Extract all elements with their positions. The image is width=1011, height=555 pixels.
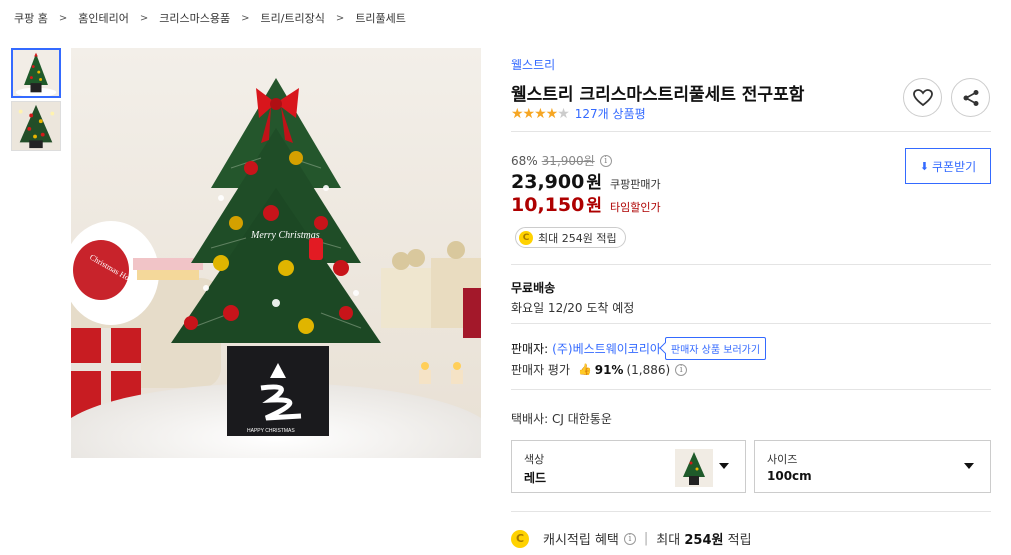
sale-price-unit: 원 <box>586 196 602 216</box>
divider <box>511 264 991 265</box>
option-thumbnail <box>675 449 713 487</box>
price: 23,900 원 <box>511 168 602 193</box>
size-select-label: 사이즈 <box>767 453 798 466</box>
discount-row: 68% 31,900원 i <box>511 152 612 169</box>
breadcrumb-separator: > <box>335 12 345 24</box>
sale-price: 10,150 원 <box>511 191 602 216</box>
carrier-text: 택배사: CJ 대한통운 <box>511 412 612 426</box>
seller-rating-count: (1,886) <box>626 362 671 377</box>
product-info: 웰스트리 웰스트리 크리스마스트리풀세트 전구포함 ★★★★★ 127개 상품평… <box>511 56 991 548</box>
size-select[interactable]: 사이즈 100cm <box>754 440 991 493</box>
seller-rating-label: 판매자 평가 <box>511 363 571 377</box>
shipping-title: 무료배송 <box>511 281 556 295</box>
breadcrumb-tree-decor[interactable]: 트리/트리장식 <box>260 10 324 26</box>
price-unit: 원 <box>586 173 602 193</box>
main-product-image[interactable]: Christmas Holiday Merry Christmas HAPPY … <box>71 48 481 458</box>
download-icon: ⬇ <box>919 159 930 173</box>
breadcrumb-home[interactable]: 쿠팡 홈 <box>14 10 48 26</box>
divider <box>511 511 991 512</box>
breadcrumb-christmas[interactable]: 크리스마스용품 <box>159 10 230 26</box>
reward-badge: C 최대 254원 적립 <box>515 227 626 248</box>
thumbnail-2[interactable] <box>11 101 61 151</box>
breadcrumb-separator: > <box>241 12 250 24</box>
price-value: 23,900 <box>511 171 585 193</box>
divider <box>511 131 991 132</box>
tree-decoration-text: Merry Christmas <box>250 230 320 241</box>
size-select-value: 100cm <box>767 469 812 483</box>
info-icon[interactable]: i <box>599 154 612 167</box>
seller-rating-row: 판매자 평가 👍 91% (1,886) i <box>511 361 688 378</box>
breadcrumb-separator: > <box>58 12 68 24</box>
share-icon <box>963 89 978 106</box>
sale-price-label: 타임할인가 <box>609 201 661 214</box>
original-price: 31,900원 <box>541 154 595 168</box>
review-count-link[interactable]: 127개 상품평 <box>575 105 646 122</box>
divider <box>511 389 991 390</box>
price-label: 쿠팡판매가 <box>609 178 661 191</box>
coin-icon: C <box>519 230 533 245</box>
rating-stars: ★★★★★ <box>511 105 570 122</box>
seller-label: 판매자: <box>511 342 549 356</box>
shipping-date: 화요일 12/20 도착 예정 <box>511 301 635 315</box>
sale-price-value: 10,150 <box>511 194 585 216</box>
info-icon[interactable]: i <box>675 363 688 376</box>
breadcrumb-home-interior[interactable]: 홈인테리어 <box>78 10 129 26</box>
sale-price-row: 10,150 원 타임할인가 <box>511 191 661 216</box>
divider <box>511 323 991 324</box>
coupon-button[interactable]: ⬇ 쿠폰받기 <box>905 148 991 184</box>
breadcrumb-tree-set[interactable]: 트리풀세트 <box>355 10 406 26</box>
breadcrumb: 쿠팡 홈 > 홈인테리어 > 크리스마스용품 > 트리/트리장식 > 트리풀세트 <box>14 10 406 26</box>
cash-prefix: 최대 <box>656 533 681 548</box>
brand-link[interactable]: 웰스트리 <box>511 56 991 73</box>
discount-rate: 68% <box>511 153 538 168</box>
wishlist-button[interactable] <box>903 78 942 117</box>
cash-amount: 254원 <box>684 533 724 548</box>
seller-rating-pct: 91% <box>594 362 624 377</box>
coin-icon: C <box>511 529 529 548</box>
reward-text: 최대 254원 적립 <box>538 231 617 245</box>
product-rating: ★★★★★ 127개 상품평 <box>511 105 646 122</box>
cash-label: 캐시적립 혜택 <box>543 533 619 548</box>
breadcrumb-separator: > <box>139 12 149 24</box>
seller-row: 판매자: (주)베스트웨이코리아 판매자 상품 보러가기 <box>511 337 767 360</box>
chevron-down-icon <box>964 463 974 469</box>
product-title: 웰스트리 크리스마스트리풀세트 전구포함 <box>511 85 805 105</box>
cash-suffix: 적립 <box>727 533 752 548</box>
info-icon[interactable]: i <box>623 532 636 545</box>
coupon-label: 쿠폰받기 <box>932 159 977 174</box>
color-select[interactable]: 색상 레드 <box>511 440 746 493</box>
seller-products-button[interactable]: 판매자 상품 보러가기 <box>664 337 767 360</box>
share-button[interactable] <box>951 78 990 117</box>
thumbs-up-icon: 👍 <box>578 363 592 376</box>
chevron-down-icon <box>719 463 729 469</box>
box-text: HAPPY CHRISTMAS <box>247 428 295 434</box>
thumbnail-list <box>11 48 61 154</box>
seller-name-link[interactable]: (주)베스트웨이코리아 <box>552 340 661 357</box>
cash-reward-row: C 캐시적립 혜택 i | 최대 254원 적립 <box>511 529 752 548</box>
heart-icon <box>912 88 933 106</box>
price-row: 23,900 원 쿠팡판매가 <box>511 168 661 193</box>
separator: | <box>643 531 649 546</box>
thumbnail-1[interactable] <box>11 48 61 98</box>
